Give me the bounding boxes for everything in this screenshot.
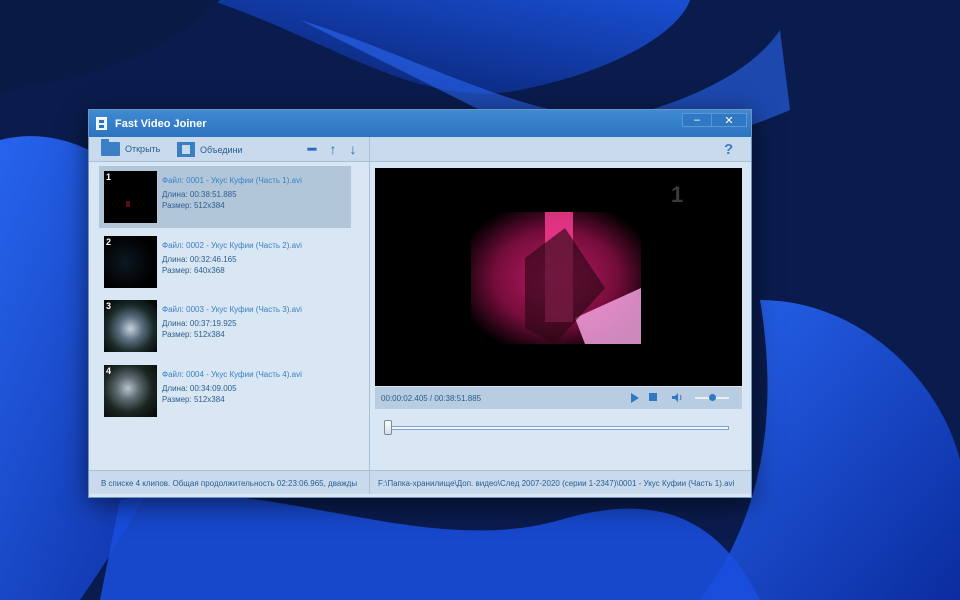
- move-up-button[interactable]: ↑: [326, 142, 340, 156]
- status-file-path: F:\Папка-хранилище\Доп. видео\След 2007-…: [370, 470, 751, 494]
- clip-resolution: Размер: 640x368: [162, 266, 225, 275]
- svg-text:1: 1: [671, 182, 683, 207]
- clip-item[interactable]: 3 Файл: 0003 - Укус Куфии (Часть 3).avi …: [99, 295, 351, 357]
- clip-item[interactable]: 4 Файл: 0004 - Укус Куфии (Часть 4).avi …: [99, 360, 351, 422]
- help-button[interactable]: ?: [724, 141, 733, 158]
- clip-duration: Длина: 00:34:09.005: [162, 384, 237, 393]
- panel-divider: [369, 162, 370, 470]
- clip-file-name: Файл: 0001 - Укус Куфии (Часть 1).avi: [162, 176, 302, 185]
- clip-thumbnail: 2: [104, 236, 157, 288]
- app-film-icon: [96, 117, 107, 130]
- volume-slider-knob[interactable]: [709, 394, 716, 401]
- status-summary: В списке 4 клипов. Общая продолжительнос…: [89, 470, 370, 494]
- app-window: Fast Video Joiner – ✕ Открыть Объедини ━…: [88, 109, 752, 498]
- remove-clip-button[interactable]: ━: [305, 142, 319, 156]
- minimize-button[interactable]: –: [682, 113, 712, 127]
- clip-list: 1 Файл: 0001 - Укус Куфии (Часть 1).avi …: [95, 166, 367, 464]
- video-preview[interactable]: 1: [375, 168, 742, 386]
- clip-number: 1: [106, 172, 112, 182]
- clip-file-name: Файл: 0003 - Укус Куфии (Часть 3).avi: [162, 305, 302, 314]
- clip-duration: Длина: 00:37:19.925: [162, 319, 237, 328]
- clip-resolution: Размер: 512x384: [162, 330, 225, 339]
- play-icon[interactable]: [631, 393, 639, 403]
- playback-time: 00:00:02.405 / 00:38:51.885: [381, 394, 482, 403]
- clip-thumbnail: 1: [104, 171, 157, 223]
- folder-icon: [101, 139, 120, 156]
- clip-item[interactable]: 2 Файл: 0002 - Укус Куфии (Часть 2).avi …: [99, 231, 351, 293]
- toolbar-divider: [369, 137, 370, 162]
- clip-resolution: Размер: 512x384: [162, 201, 225, 210]
- move-down-button[interactable]: ↓: [346, 142, 360, 156]
- clip-duration: Длина: 00:38:51.885: [162, 190, 237, 199]
- volume-icon[interactable]: [672, 392, 684, 403]
- title-bar[interactable]: Fast Video Joiner – ✕: [89, 110, 751, 137]
- clip-number: 3: [106, 301, 112, 311]
- clip-file-name: Файл: 0004 - Укус Куфии (Часть 4).avi: [162, 370, 302, 379]
- open-button-label: Открыть: [125, 144, 161, 154]
- clip-thumbnail: 3: [104, 300, 157, 352]
- join-button-label: Объедини: [200, 144, 243, 155]
- join-button[interactable]: Объедини: [177, 142, 243, 157]
- stop-icon[interactable]: [649, 393, 657, 401]
- clip-resolution: Размер: 512x384: [162, 395, 225, 404]
- film-icon: [177, 142, 195, 157]
- clip-number: 4: [106, 366, 112, 376]
- close-button[interactable]: ✕: [711, 113, 747, 127]
- seek-bar-handle[interactable]: [384, 420, 392, 435]
- open-button[interactable]: Открыть: [101, 139, 161, 156]
- toolbar: Открыть Объедини ━ ↑ ↓ ?: [89, 137, 751, 162]
- clip-duration: Длина: 00:32:46.165: [162, 255, 237, 264]
- window-title: Fast Video Joiner: [115, 117, 207, 130]
- clip-file-name: Файл: 0002 - Укус Куфии (Часть 2).avi: [162, 241, 302, 250]
- player-controls: 00:00:02.405 / 00:38:51.885: [375, 387, 742, 409]
- clip-item[interactable]: 1 Файл: 0001 - Укус Куфии (Часть 1).avi …: [99, 166, 351, 228]
- clip-number: 2: [106, 237, 112, 247]
- seek-bar-track[interactable]: [385, 426, 729, 430]
- clip-thumbnail: 4: [104, 365, 157, 417]
